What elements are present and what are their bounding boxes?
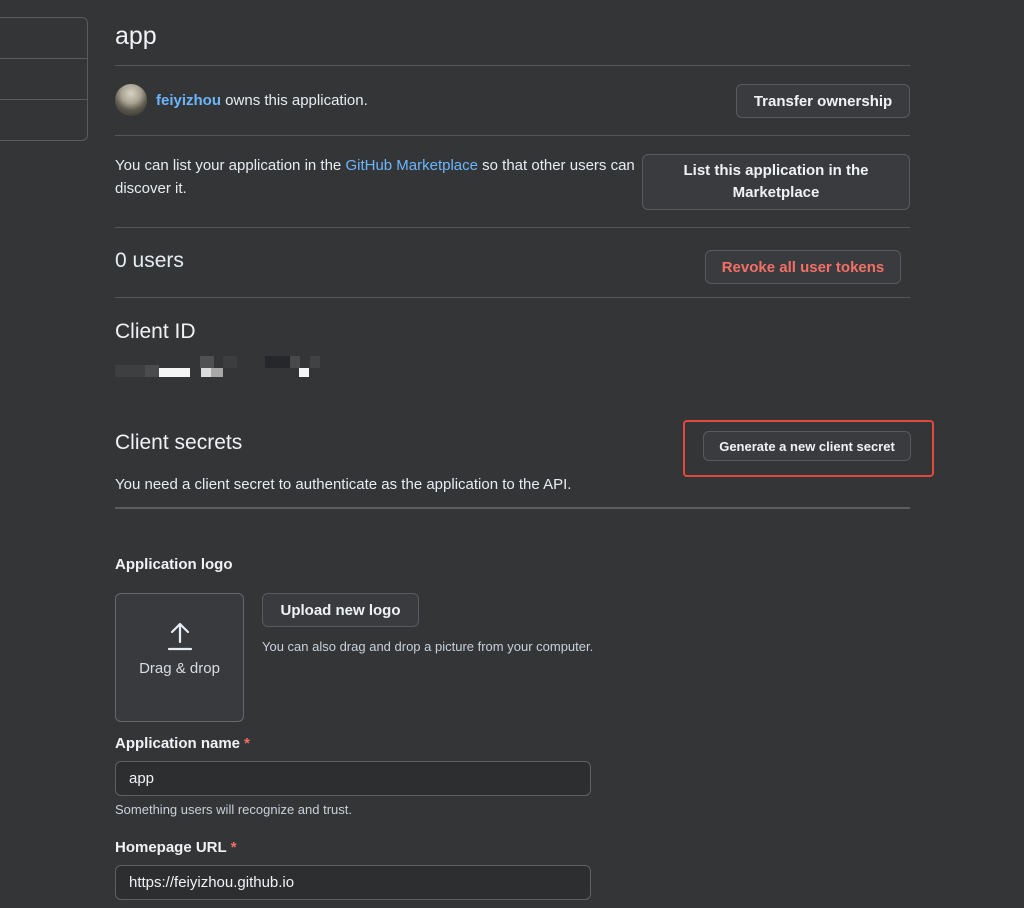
dropzone-label: Drag & drop — [139, 660, 220, 677]
divider — [115, 227, 910, 228]
client-secrets-description: You need a client secret to authenticate… — [115, 476, 572, 493]
owner-row: feiyizhou owns this application. — [115, 84, 368, 116]
list-in-marketplace-label-line2: Marketplace — [732, 184, 820, 201]
divider — [115, 297, 910, 298]
application-logo-label: Application logo — [115, 556, 233, 573]
highlight-annotation-box — [683, 420, 934, 477]
github-marketplace-link[interactable]: GitHub Marketplace — [345, 157, 478, 174]
logo-dropzone[interactable]: Drag & drop — [115, 593, 244, 722]
required-mark: * — [244, 735, 250, 752]
sidebar-item[interactable] — [0, 59, 87, 100]
page-title: app — [115, 22, 157, 50]
logo-hint: You can also drag and drop a picture fro… — [262, 639, 594, 654]
divider — [115, 507, 910, 509]
upload-new-logo-button[interactable]: Upload new logo — [262, 593, 419, 627]
revoke-all-tokens-button[interactable]: Revoke all user tokens — [705, 250, 901, 284]
client-id-title: Client ID — [115, 320, 196, 343]
settings-sidebar — [0, 17, 88, 141]
marketplace-text-before: You can list your application in the — [115, 157, 346, 174]
application-name-label: Application name * — [115, 735, 250, 752]
required-mark: * — [230, 839, 237, 856]
sidebar-item[interactable] — [0, 18, 87, 59]
owner-suffix-text: owns this application. — [221, 91, 368, 109]
transfer-ownership-button[interactable]: Transfer ownership — [736, 84, 910, 118]
homepage-url-input[interactable] — [115, 865, 591, 900]
marketplace-description: You can list your application in the Git… — [115, 154, 640, 200]
list-in-marketplace-button[interactable]: List this application in the Marketplace — [642, 154, 910, 210]
homepage-url-label: Homepage URL * — [115, 839, 237, 856]
application-name-label-text: Application name — [115, 735, 241, 752]
application-name-input[interactable] — [115, 761, 591, 796]
sidebar-item[interactable] — [0, 100, 87, 141]
divider — [115, 135, 910, 136]
owner-username-link[interactable]: feiyizhou — [156, 92, 221, 109]
application-name-hint: Something users will recognize and trust… — [115, 802, 353, 817]
homepage-url-label-text: Homepage URL — [115, 839, 227, 856]
list-in-marketplace-label-line1: List this application in the — [683, 162, 869, 179]
avatar[interactable] — [115, 84, 147, 116]
divider — [115, 65, 910, 66]
users-count: 0 users — [115, 249, 184, 272]
upload-icon — [167, 622, 193, 651]
client-secrets-title: Client secrets — [115, 431, 243, 454]
client-id-value-redacted — [115, 355, 325, 379]
